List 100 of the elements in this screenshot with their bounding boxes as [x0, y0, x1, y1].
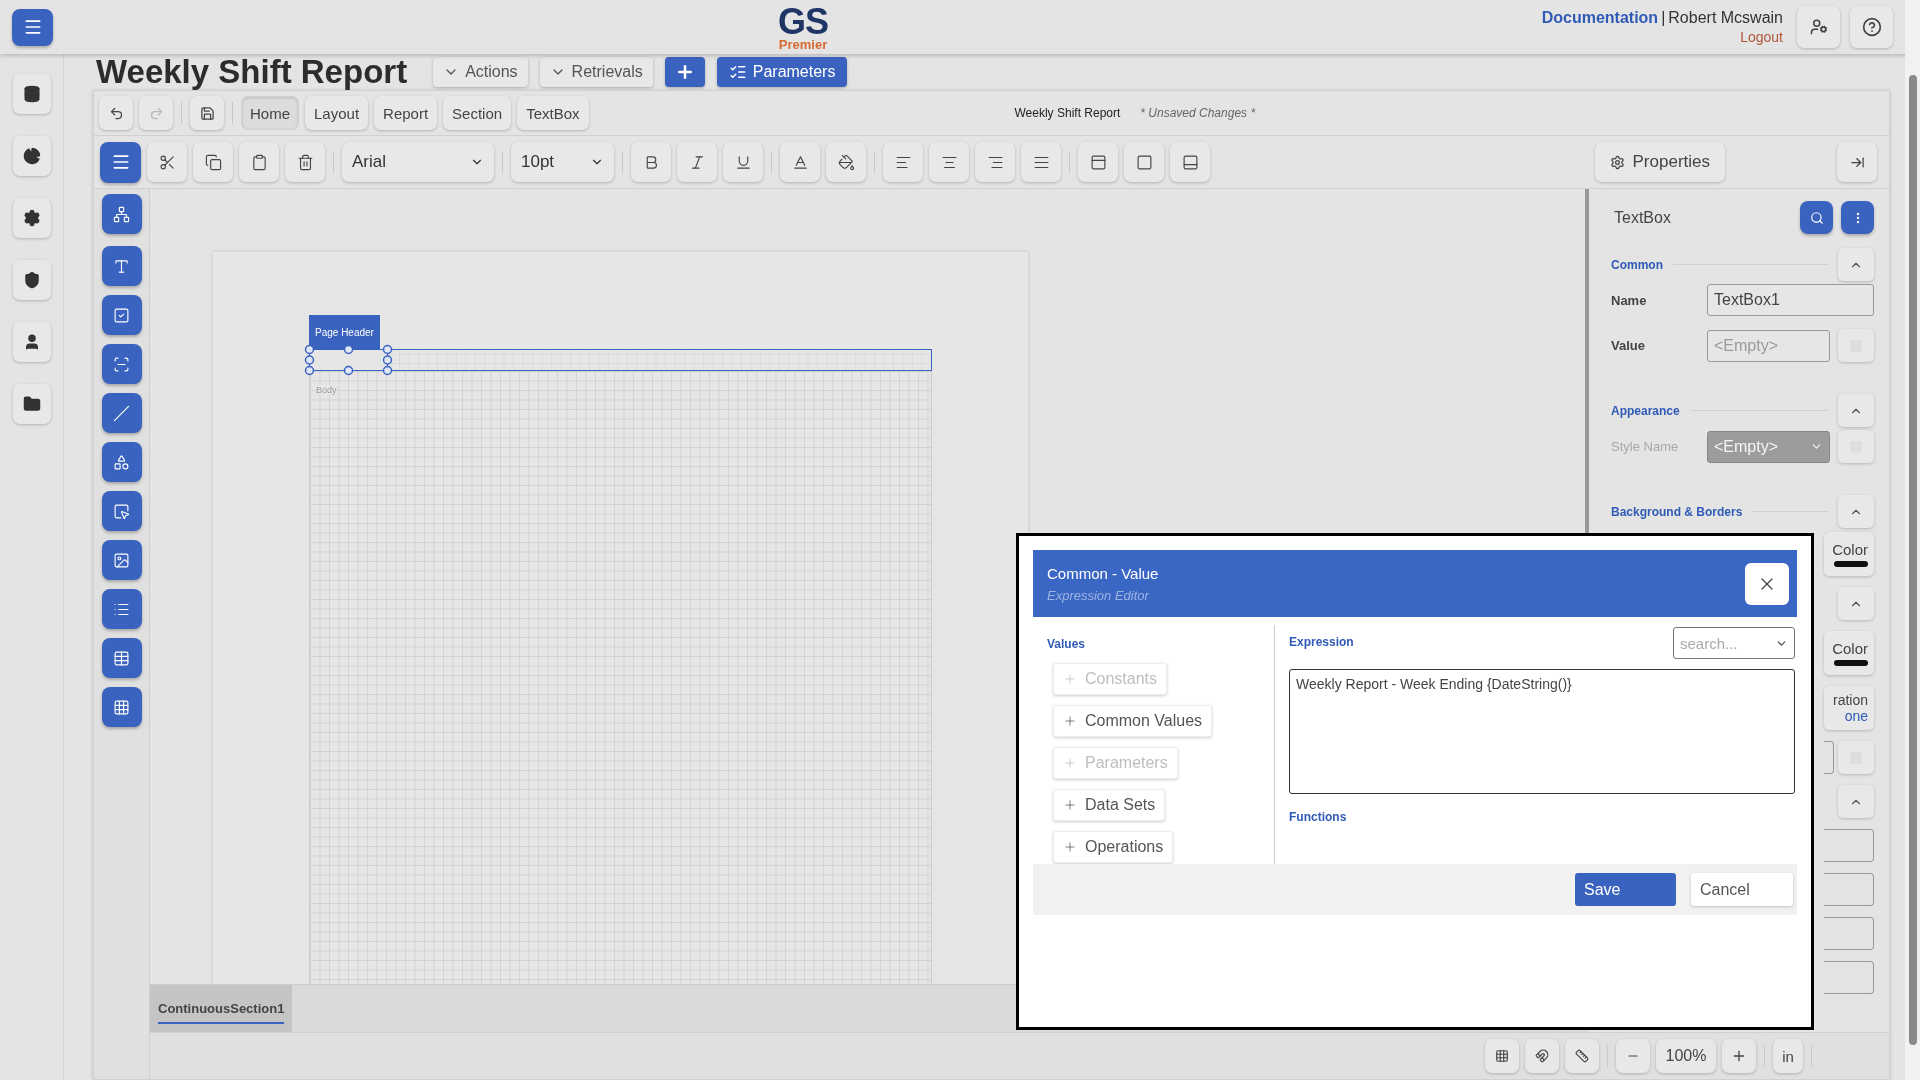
ruler-toggle-button[interactable]	[1565, 1039, 1599, 1073]
add-button[interactable]	[664, 57, 705, 87]
ribbon-tab[interactable]: TextBox	[517, 96, 589, 130]
pie-chart-button[interactable]	[12, 136, 51, 176]
values-heading: Values	[1047, 637, 1086, 651]
input-field[interactable]	[1824, 741, 1834, 774]
copy-button[interactable]	[193, 142, 233, 182]
user-gear-icon	[1809, 18, 1828, 36]
ribbon-tab[interactable]: Home	[241, 96, 299, 130]
gear-button[interactable]	[12, 198, 51, 238]
scan-frame-icon	[113, 355, 130, 373]
menu-button[interactable]	[100, 141, 141, 183]
list-tool-button[interactable]	[101, 589, 142, 629]
text-color-button[interactable]	[780, 142, 820, 182]
cancel-button[interactable]: Cancel	[1691, 873, 1793, 906]
input-field[interactable]	[1824, 917, 1874, 950]
underline-button[interactable]	[723, 142, 763, 182]
line-tool-button[interactable]	[101, 393, 142, 433]
menu-button[interactable]: Retrievals	[539, 57, 653, 87]
database-button[interactable]	[12, 74, 51, 114]
user-settings-button[interactable]	[1797, 6, 1840, 48]
hierarchy-tool-button[interactable]	[101, 194, 142, 234]
scrollbar[interactable]	[1905, 0, 1920, 1080]
search-icon	[1809, 210, 1824, 225]
value-group-button[interactable]: Data Sets	[1053, 789, 1166, 821]
shield-button[interactable]	[12, 260, 51, 300]
section-tab[interactable]: ContinuousSection1	[150, 985, 293, 1032]
align-top-button[interactable]	[1078, 142, 1118, 182]
help-icon	[1861, 17, 1882, 37]
align-right-button[interactable]	[975, 142, 1015, 182]
collapse-panel-button[interactable]	[1837, 142, 1877, 182]
shield-icon	[22, 271, 41, 289]
parameters-button[interactable]: Parameters	[716, 57, 848, 87]
paint-bucket-icon	[837, 153, 855, 171]
database-icon	[22, 85, 41, 103]
value-group-button[interactable]: Common Values	[1053, 705, 1213, 737]
user-button[interactable]	[12, 322, 51, 362]
save-button[interactable]: Save	[1575, 873, 1676, 906]
separator: |	[1661, 9, 1666, 27]
documentation-link[interactable]: Documentation	[1541, 9, 1659, 27]
more-button[interactable]	[1841, 201, 1874, 234]
decoration-button[interactable]: ration one	[1824, 686, 1874, 730]
snap-toggle-button[interactable]	[1525, 1039, 1559, 1073]
help-button[interactable]	[1850, 6, 1893, 48]
logout-link[interactable]: Logout	[1740, 29, 1783, 45]
menu-button[interactable]: Actions	[433, 57, 528, 87]
panel-title: TextBox	[1613, 208, 1672, 227]
font-size-select[interactable]: 10pt	[511, 142, 614, 182]
scan-frame-tool-button[interactable]	[101, 344, 142, 384]
input-field[interactable]	[1824, 961, 1874, 994]
align-left-button[interactable]	[883, 142, 923, 182]
folder-button[interactable]	[12, 384, 51, 424]
paint-bucket-button[interactable]	[826, 142, 866, 182]
input-field[interactable]	[1824, 873, 1874, 906]
undo-icon	[108, 105, 124, 121]
clipboard-button[interactable]	[239, 142, 279, 182]
ribbon-tab[interactable]: Layout	[305, 96, 369, 130]
color-button[interactable]: Color	[1824, 532, 1874, 576]
trash-button[interactable]	[285, 142, 325, 182]
align-bottom-button[interactable]	[1170, 142, 1210, 182]
align-center-button[interactable]	[929, 142, 969, 182]
properties-button[interactable]: Properties	[1594, 142, 1725, 182]
grid-toggle-button[interactable]	[1485, 1039, 1519, 1073]
table-tool-button[interactable]	[101, 638, 142, 678]
color-button[interactable]: Color	[1824, 631, 1874, 675]
ribbon-tab[interactable]: Report	[374, 96, 438, 130]
unit-button[interactable]: in	[1773, 1039, 1803, 1073]
input-field[interactable]: TextBox1	[1707, 284, 1874, 316]
search-button[interactable]	[1800, 201, 1833, 234]
save-icon-button[interactable]	[190, 96, 224, 130]
ribbon-tab[interactable]: Section	[443, 96, 512, 130]
hierarchy-icon	[113, 205, 130, 223]
textbox-tool-button[interactable]	[101, 246, 142, 286]
grid-tool-button[interactable]	[101, 687, 142, 727]
expression-field[interactable]: Weekly Report - Week Ending {DateString()}	[1289, 669, 1795, 794]
align-middle-button[interactable]	[1124, 142, 1164, 182]
image-tool-button[interactable]	[101, 540, 142, 580]
checkbox-tool-button[interactable]	[101, 295, 142, 335]
undo-button[interactable]	[99, 96, 133, 130]
align-justify-button[interactable]	[1021, 142, 1061, 182]
close-button[interactable]	[1745, 562, 1789, 605]
input-field[interactable]	[1824, 829, 1874, 862]
pointer-box-tool-button[interactable]	[101, 491, 142, 531]
value-group-button[interactable]: Operations	[1053, 831, 1174, 863]
zoom-level[interactable]: 100%	[1656, 1039, 1716, 1073]
align-middle-icon	[1135, 153, 1153, 171]
bold-button[interactable]	[631, 142, 671, 182]
shapes-tool-button[interactable]	[101, 442, 142, 482]
input-field[interactable]: <Empty>	[1707, 329, 1830, 362]
italic-button[interactable]	[677, 142, 717, 182]
page-title: Weekly Shift Report	[96, 53, 408, 91]
scissors-button[interactable]	[147, 142, 187, 182]
magnet-icon	[1535, 1049, 1549, 1063]
font-select[interactable]: Arial	[342, 142, 494, 182]
plus-icon	[1063, 798, 1077, 812]
plus-icon	[1063, 840, 1077, 854]
group-title: Appearance	[1611, 403, 1680, 418]
pointer-box-icon	[113, 502, 130, 520]
zoom-in-button[interactable]	[1722, 1039, 1756, 1073]
menu-button[interactable]	[12, 8, 53, 46]
